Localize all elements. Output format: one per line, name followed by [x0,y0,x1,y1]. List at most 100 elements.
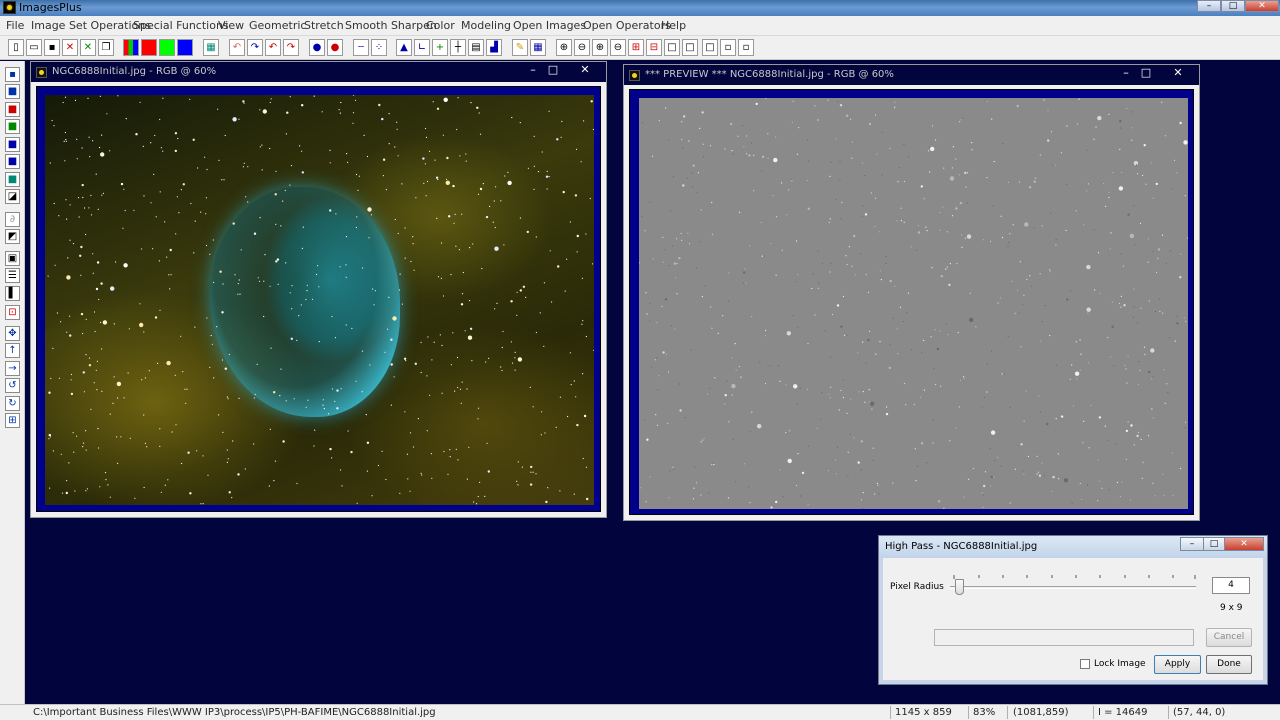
copy-icon[interactable]: ❐ [98,39,114,56]
new-file-icon[interactable]: ▯ [8,39,24,56]
arrow-right-icon[interactable]: → [5,361,20,376]
mask-invert-icon[interactable]: ◪ [5,189,20,204]
menu-geometric[interactable]: Geometric [249,19,306,32]
circle-blue-icon[interactable]: ● [309,39,325,56]
mask-red-icon[interactable]: ■ [5,102,20,117]
dialog-title: High Pass - NGC6888Initial.jpg [885,541,1038,552]
menu-file[interactable]: File [6,19,24,32]
rotate-right-icon[interactable]: ↻ [5,396,20,411]
mask-combo-icon[interactable]: ■ [5,154,20,169]
circle-red-icon[interactable]: ● [327,39,343,56]
black-point-icon[interactable]: ▌ [5,286,20,301]
preview-window-maximize-button[interactable]: □ [1132,66,1160,81]
window-4-icon[interactable]: ▫ [720,39,736,56]
undo-gray-icon[interactable]: ↶ [229,39,245,56]
pixel-radius-track[interactable] [950,586,1196,589]
dialog-minimize-button[interactable]: – [1180,537,1204,551]
open-folder-icon[interactable]: ▭ [26,39,42,56]
high-pass-preview-image[interactable] [639,98,1188,509]
red-channel-icon[interactable] [141,39,157,56]
nebula-image[interactable] [45,95,594,505]
calculator-icon[interactable]: ▤ [468,39,484,56]
apply-button[interactable]: Apply [1154,655,1201,674]
preview-window-titlebar[interactable]: *** PREVIEW *** NGC6888Initial.jpg - RGB… [624,65,1199,85]
window-1-icon[interactable]: □ [664,39,680,56]
chart-icon[interactable]: ▟ [486,39,502,56]
menu-special-functions[interactable]: Special Functions [133,19,229,32]
dotted-line-icon[interactable]: ┄ [353,39,369,56]
zoom-in-icon[interactable]: ⊕ [556,39,572,56]
menu-open-images[interactable]: Open Images [513,19,586,32]
rotate-left-icon[interactable]: ↺ [5,378,20,393]
window-5-icon[interactable]: ▫ [738,39,754,56]
status-intensity: I = 14649 [1098,707,1148,718]
dotted-select-icon[interactable]: ⁘ [371,39,387,56]
dialog-titlebar[interactable]: High Pass - NGC6888Initial.jpg – □ ✕ [879,536,1267,558]
menu-color[interactable]: Color [426,19,455,32]
image-window-titlebar[interactable]: NGC6888Initial.jpg - RGB @ 60% – □ ✕ [31,62,606,82]
image-window-maximize-button[interactable]: □ [539,63,567,78]
window-2-icon[interactable]: □ [682,39,698,56]
move-icon[interactable]: ✥ [5,326,20,341]
pixel-radius-ticks [953,575,1196,579]
app-minimize-button[interactable]: – [1197,0,1221,12]
dialog-maximize-button[interactable]: □ [1203,537,1225,551]
lock-image-checkbox[interactable] [1080,659,1090,669]
pixel-radius-input[interactable]: 4 [1212,577,1250,594]
arrow-up-icon[interactable]: ↑ [5,343,20,358]
image-frame [36,86,601,512]
undo-icon[interactable]: ↶ [265,39,281,56]
menu-open-operators[interactable]: Open Operators [583,19,671,32]
dialog-close-button[interactable]: ✕ [1224,537,1264,551]
zoom-reset-icon[interactable]: ⊖ [610,39,626,56]
rgb-channels-icon[interactable] [123,39,139,56]
mask-blue-icon[interactable]: ■ [5,137,20,152]
erase-icon[interactable]: ◩ [5,229,20,244]
image-window-preview[interactable]: *** PREVIEW *** NGC6888Initial.jpg - RGB… [623,64,1200,521]
crosshair-icon[interactable]: ┼ [450,39,466,56]
curve-icon[interactable]: ∟ [414,39,430,56]
redo-all-icon[interactable]: ↷ [283,39,299,56]
app-maximize-button[interactable]: □ [1221,0,1245,12]
histogram-icon[interactable]: ▲ [396,39,412,56]
image-window-original[interactable]: NGC6888Initial.jpg - RGB @ 60% – □ ✕ [30,61,607,518]
status-bar: C:\Important Business Files\WWW IP3\proc… [0,704,1280,720]
select-icon[interactable]: ▣ [5,251,20,266]
menu-stretch[interactable]: Stretch [304,19,344,32]
preview-window-close-button[interactable]: ✕ [1164,66,1192,81]
grid-icon[interactable]: ▦ [203,39,219,56]
lock-image-label: Lock Image [1094,659,1146,669]
cancel-button[interactable]: Cancel [1206,628,1252,647]
redo-icon[interactable]: ↷ [247,39,263,56]
levels-icon[interactable]: ☰ [5,268,20,283]
menu-help[interactable]: Help [661,19,686,32]
menu-modeling[interactable]: Modeling [461,19,511,32]
zoom-in-red-icon[interactable]: ⊞ [628,39,644,56]
app-close-button[interactable]: ✕ [1245,0,1279,12]
image-window-close-button[interactable]: ✕ [571,63,599,78]
menu-smooth-sharpen[interactable]: Smooth Sharpen [345,19,437,32]
mask-cyan-icon[interactable]: ■ [5,172,20,187]
window-3-icon[interactable]: □ [702,39,718,56]
mask-green-icon[interactable]: ■ [5,119,20,134]
close-all-icon[interactable]: ✕ [80,39,96,56]
save-icon[interactable]: ▪ [44,39,60,56]
done-button[interactable]: Done [1206,655,1252,674]
close-image-icon[interactable]: ✕ [62,39,78,56]
mask-black-icon[interactable]: ■ [5,84,20,99]
crop-icon[interactable]: ⊡ [5,305,20,320]
table-icon[interactable]: ▦ [530,39,546,56]
blue-channel-icon[interactable] [177,39,193,56]
green-channel-icon[interactable] [159,39,175,56]
zoom-out-icon[interactable]: ⊖ [574,39,590,56]
zoom-fit-icon[interactable]: ⊕ [592,39,608,56]
zoom-out-red-icon[interactable]: ⊟ [646,39,662,56]
brush-icon[interactable]: ∂ [5,212,20,227]
menu-view[interactable]: View [218,19,244,32]
save-set-icon[interactable]: ▪ [5,67,20,82]
pixel-radius-slider-thumb[interactable] [955,579,964,595]
status-file-path: C:\Important Business Files\WWW IP3\proc… [33,707,436,718]
pencil-icon[interactable]: ✎ [512,39,528,56]
add-icon[interactable]: + [432,39,448,56]
flip-icon[interactable]: ⊞ [5,413,20,428]
